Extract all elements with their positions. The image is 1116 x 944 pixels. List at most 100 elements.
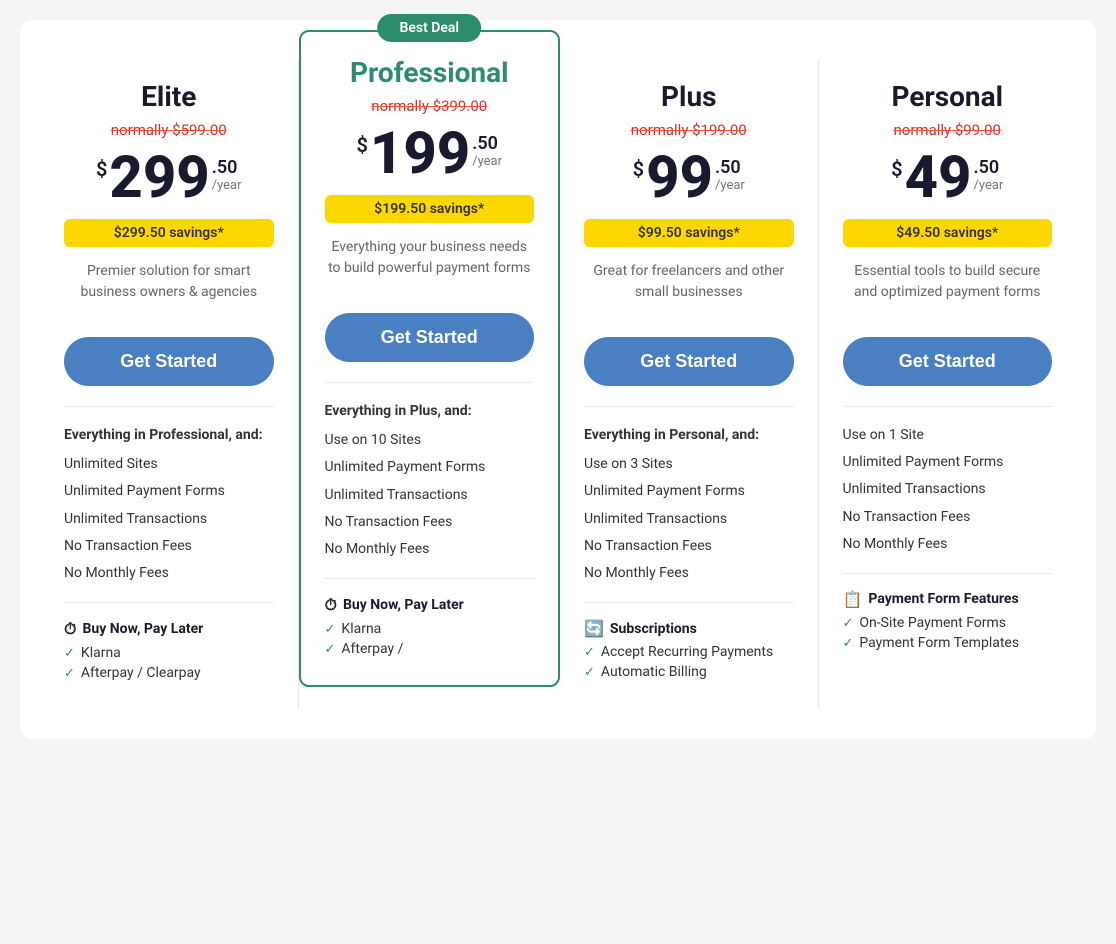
features-list-elite: Everything in Professional, and:Unlimite… (64, 423, 274, 586)
pricing-wrapper: Elitenormally $599.00 $ 299 .50 /year $2… (20, 20, 1096, 739)
feature-item-elite-0: Unlimited Sites (64, 452, 274, 477)
section1-label-plus: Subscriptions (610, 621, 697, 637)
section1-divider-professional (325, 578, 535, 579)
feature-item-plus-2: Unlimited Transactions (584, 507, 794, 532)
plan-description-professional: Everything your business needs to build … (325, 237, 535, 297)
price-cents-professional: .50 (472, 133, 502, 154)
get-started-btn-plus[interactable]: Get Started (584, 337, 794, 386)
section1-header-plus: 🔄 Subscriptions (584, 619, 794, 638)
price-cents-personal: .50 (974, 157, 1004, 178)
section1-item-elite-1: ✓ Afterpay / Clearpay (64, 665, 274, 681)
original-price-plus: normally $199.00 (584, 121, 794, 139)
feature-item-plus-0: Use on 3 Sites (584, 452, 794, 477)
section1-icon-professional: ⏱ (325, 595, 337, 615)
section1-item-text-personal-0: On-Site Payment Forms (859, 615, 1006, 631)
section1-icon-elite: ⏱ (64, 619, 76, 639)
features-list-plus: Everything in Personal, and: Use on 3 Sit… (584, 423, 794, 586)
feature-item-personal-2: Unlimited Transactions (843, 477, 1053, 502)
features-header-plus: Everything in Personal, and: (584, 423, 794, 448)
check-icon-personal-1: ✓ (843, 636, 854, 651)
section1-item-text-personal-1: Payment Form Templates (859, 635, 1019, 651)
plan-description-personal: Essential tools to build secure and opti… (843, 261, 1053, 321)
features-list-professional: Everything in Plus, and:Use on 10 SitesU… (325, 399, 535, 562)
check-icon-personal-0: ✓ (843, 616, 854, 631)
section1-item-text-plus-0: Accept Recurring Payments (601, 644, 773, 660)
feature-item-elite-3: No Transaction Fees (64, 534, 274, 559)
plan-description-elite: Premier solution for smart business owne… (64, 261, 274, 321)
price-dollar-personal: $ (891, 157, 902, 181)
price-dollar-plus: $ (633, 157, 644, 181)
plan-card-elite: Elitenormally $599.00 $ 299 .50 /year $2… (40, 60, 299, 709)
savings-badge-plus: $99.50 savings* (584, 219, 794, 247)
feature-item-professional-4: No Monthly Fees (325, 537, 535, 562)
check-icon-elite-1: ✓ (64, 666, 75, 681)
get-started-btn-professional[interactable]: Get Started (325, 313, 535, 362)
plan-name-elite: Elite (64, 80, 274, 113)
section1-item-text-plus-1: Automatic Billing (601, 664, 707, 680)
price-dollar-professional: $ (356, 133, 367, 157)
check-icon-professional-0: ✓ (325, 622, 336, 637)
divider-plus (584, 406, 794, 407)
original-price-professional: normally $399.00 (325, 97, 535, 115)
features-list-personal: Use on 1 SiteUnlimited Payment FormsUnli… (843, 423, 1053, 557)
feature-item-professional-3: No Transaction Fees (325, 510, 535, 535)
price-main-professional: 199 (370, 125, 470, 183)
check-icon-elite-0: ✓ (64, 646, 75, 661)
plan-card-professional: Best DealProfessionalnormally $399.00 $ … (299, 30, 561, 687)
section1-divider-elite (64, 602, 274, 603)
plan-card-plus: Plus normally $199.00 $ 99 .50 /year $99.… (560, 60, 819, 708)
price-dollar-elite: $ (96, 157, 107, 181)
price-year-plus: /year (715, 178, 745, 193)
check-icon-plus-1: ✓ (584, 665, 595, 680)
feature-item-personal-4: No Monthly Fees (843, 532, 1053, 557)
section1-item-text-professional-0: Klarna (341, 621, 381, 637)
price-year-personal: /year (974, 178, 1004, 193)
original-price-personal: normally $99.00 (843, 121, 1053, 139)
divider-elite (64, 406, 274, 407)
feature-item-personal-3: No Transaction Fees (843, 505, 1053, 530)
feature-item-plus-3: No Transaction Fees (584, 534, 794, 559)
plan-card-personal: Personalnormally $99.00 $ 49 .50 /year $… (819, 60, 1077, 679)
section1-header-personal: 📋 Payment Form Features (843, 590, 1053, 609)
feature-item-elite-4: No Monthly Fees (64, 561, 274, 586)
feature-item-professional-0: Use on 10 Sites (325, 428, 535, 453)
feature-item-personal-1: Unlimited Payment Forms (843, 450, 1053, 475)
section1-item-elite-0: ✓ Klarna (64, 645, 274, 661)
feature-item-professional-1: Unlimited Payment Forms (325, 455, 535, 480)
section1-item-plus-0: ✓ Accept Recurring Payments (584, 644, 794, 660)
feature-item-elite-2: Unlimited Transactions (64, 507, 274, 532)
plan-description-plus: Great for freelancers and other small bu… (584, 261, 794, 321)
section1-item-professional-0: ✓ Klarna (325, 621, 535, 637)
plan-name-plus: Plus (584, 80, 794, 113)
section1-item-personal-1: ✓ Payment Form Templates (843, 635, 1053, 651)
plan-name-professional: Professional (325, 56, 535, 89)
section1-label-professional: Buy Now, Pay Later (343, 597, 464, 613)
section1-divider-personal (843, 573, 1053, 574)
check-icon-professional-1: ✓ (325, 642, 336, 657)
feature-item-plus-4: No Monthly Fees (584, 561, 794, 586)
price-cents-elite: .50 (212, 157, 242, 178)
divider-professional (325, 382, 535, 383)
section1-item-text-professional-1: Afterpay / (341, 641, 403, 657)
divider-personal (843, 406, 1053, 407)
savings-badge-elite: $299.50 savings* (64, 219, 274, 247)
feature-item-professional-2: Unlimited Transactions (325, 483, 535, 508)
price-year-professional: /year (472, 154, 502, 169)
savings-badge-personal: $49.50 savings* (843, 219, 1053, 247)
section1-header-professional: ⏱ Buy Now, Pay Later (325, 595, 535, 615)
get-started-btn-elite[interactable]: Get Started (64, 337, 274, 386)
section1-header-elite: ⏱ Buy Now, Pay Later (64, 619, 274, 639)
price-row-professional: $ 199 .50 /year (325, 125, 535, 183)
savings-badge-professional: $199.50 savings* (325, 195, 535, 223)
feature-item-personal-0: Use on 1 Site (843, 423, 1053, 448)
section1-label-personal: Payment Form Features (868, 591, 1018, 607)
get-started-btn-personal[interactable]: Get Started (843, 337, 1053, 386)
best-deal-badge: Best Deal (377, 14, 481, 42)
check-icon-plus-0: ✓ (584, 645, 595, 660)
price-main-personal: 49 (905, 149, 972, 207)
price-main-elite: 299 (109, 149, 209, 207)
plans-container: Elitenormally $599.00 $ 299 .50 /year $2… (40, 60, 1076, 709)
section1-label-elite: Buy Now, Pay Later (82, 621, 203, 637)
section1-item-text-elite-0: Klarna (81, 645, 121, 661)
price-row-plus: $ 99 .50 /year (584, 149, 794, 207)
